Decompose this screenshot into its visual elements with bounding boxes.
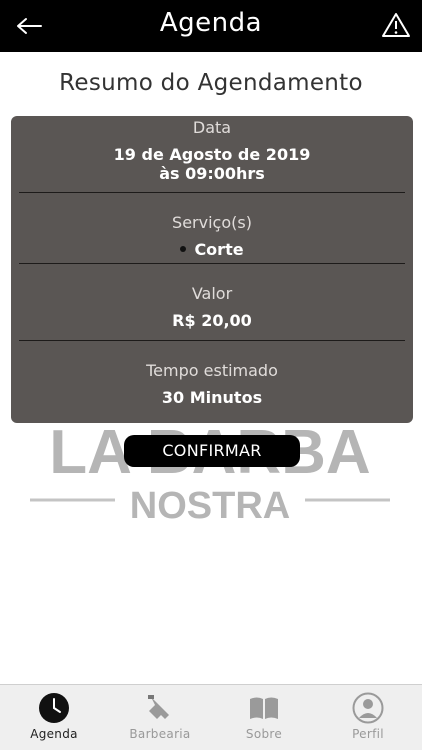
divider	[19, 340, 405, 341]
duration-section: Tempo estimado 30 Minutos	[11, 361, 413, 407]
confirm-button[interactable]: CONFIRMAR	[124, 435, 300, 467]
nav-item-perfil[interactable]: Perfil	[320, 692, 416, 741]
book-icon	[250, 697, 278, 719]
nav-item-agenda[interactable]: Agenda	[6, 693, 102, 741]
nav-item-sobre[interactable]: Sobre	[216, 693, 312, 741]
page-title: Resumo do Agendamento	[59, 70, 363, 96]
bottom-navigation: Agenda Barbearia Sobre Perfil	[0, 684, 422, 750]
warning-button[interactable]	[380, 10, 412, 40]
nav-label-perfil: Perfil	[352, 727, 384, 741]
services-label: Serviço(s)	[172, 213, 252, 232]
logo-line2: NOSTRA	[130, 485, 290, 527]
date-value: 19 de Agosto de 2019	[113, 145, 311, 164]
nav-item-barbearia[interactable]: Barbearia	[112, 693, 208, 741]
bullet-icon	[180, 245, 187, 252]
warning-triangle-icon	[382, 13, 410, 37]
price-section: Valor R$ 20,00	[11, 284, 413, 330]
user-icon	[352, 692, 384, 724]
price-value: R$ 20,00	[172, 311, 252, 330]
price-label: Valor	[191, 284, 233, 303]
nav-label-agenda: Agenda	[30, 727, 78, 741]
header-title: Agenda	[159, 8, 263, 38]
nav-label-barbearia: Barbearia	[129, 727, 191, 741]
clock-icon	[39, 693, 69, 723]
app-header: Agenda	[0, 0, 422, 52]
services-section: Serviço(s) Corte	[11, 213, 413, 259]
divider	[19, 263, 405, 264]
date-label: Data	[192, 118, 232, 137]
duration-label: Tempo estimado	[146, 361, 278, 380]
appointment-summary-card: Data 19 de Agosto de 2019 às 09:00hrs Se…	[11, 116, 413, 423]
nav-label-sobre: Sobre	[245, 727, 283, 741]
date-section: Data 19 de Agosto de 2019 às 09:00hrs	[11, 118, 413, 183]
barbershop-logo-watermark: LA BARBA NOSTRA	[30, 418, 390, 527]
divider	[19, 192, 405, 193]
razor-icon	[148, 695, 169, 719]
service-name: Corte	[194, 240, 244, 259]
service-item: Corte	[11, 240, 413, 259]
time-value: às 09:00hrs	[159, 164, 265, 183]
duration-value: 30 Minutos	[161, 388, 263, 407]
